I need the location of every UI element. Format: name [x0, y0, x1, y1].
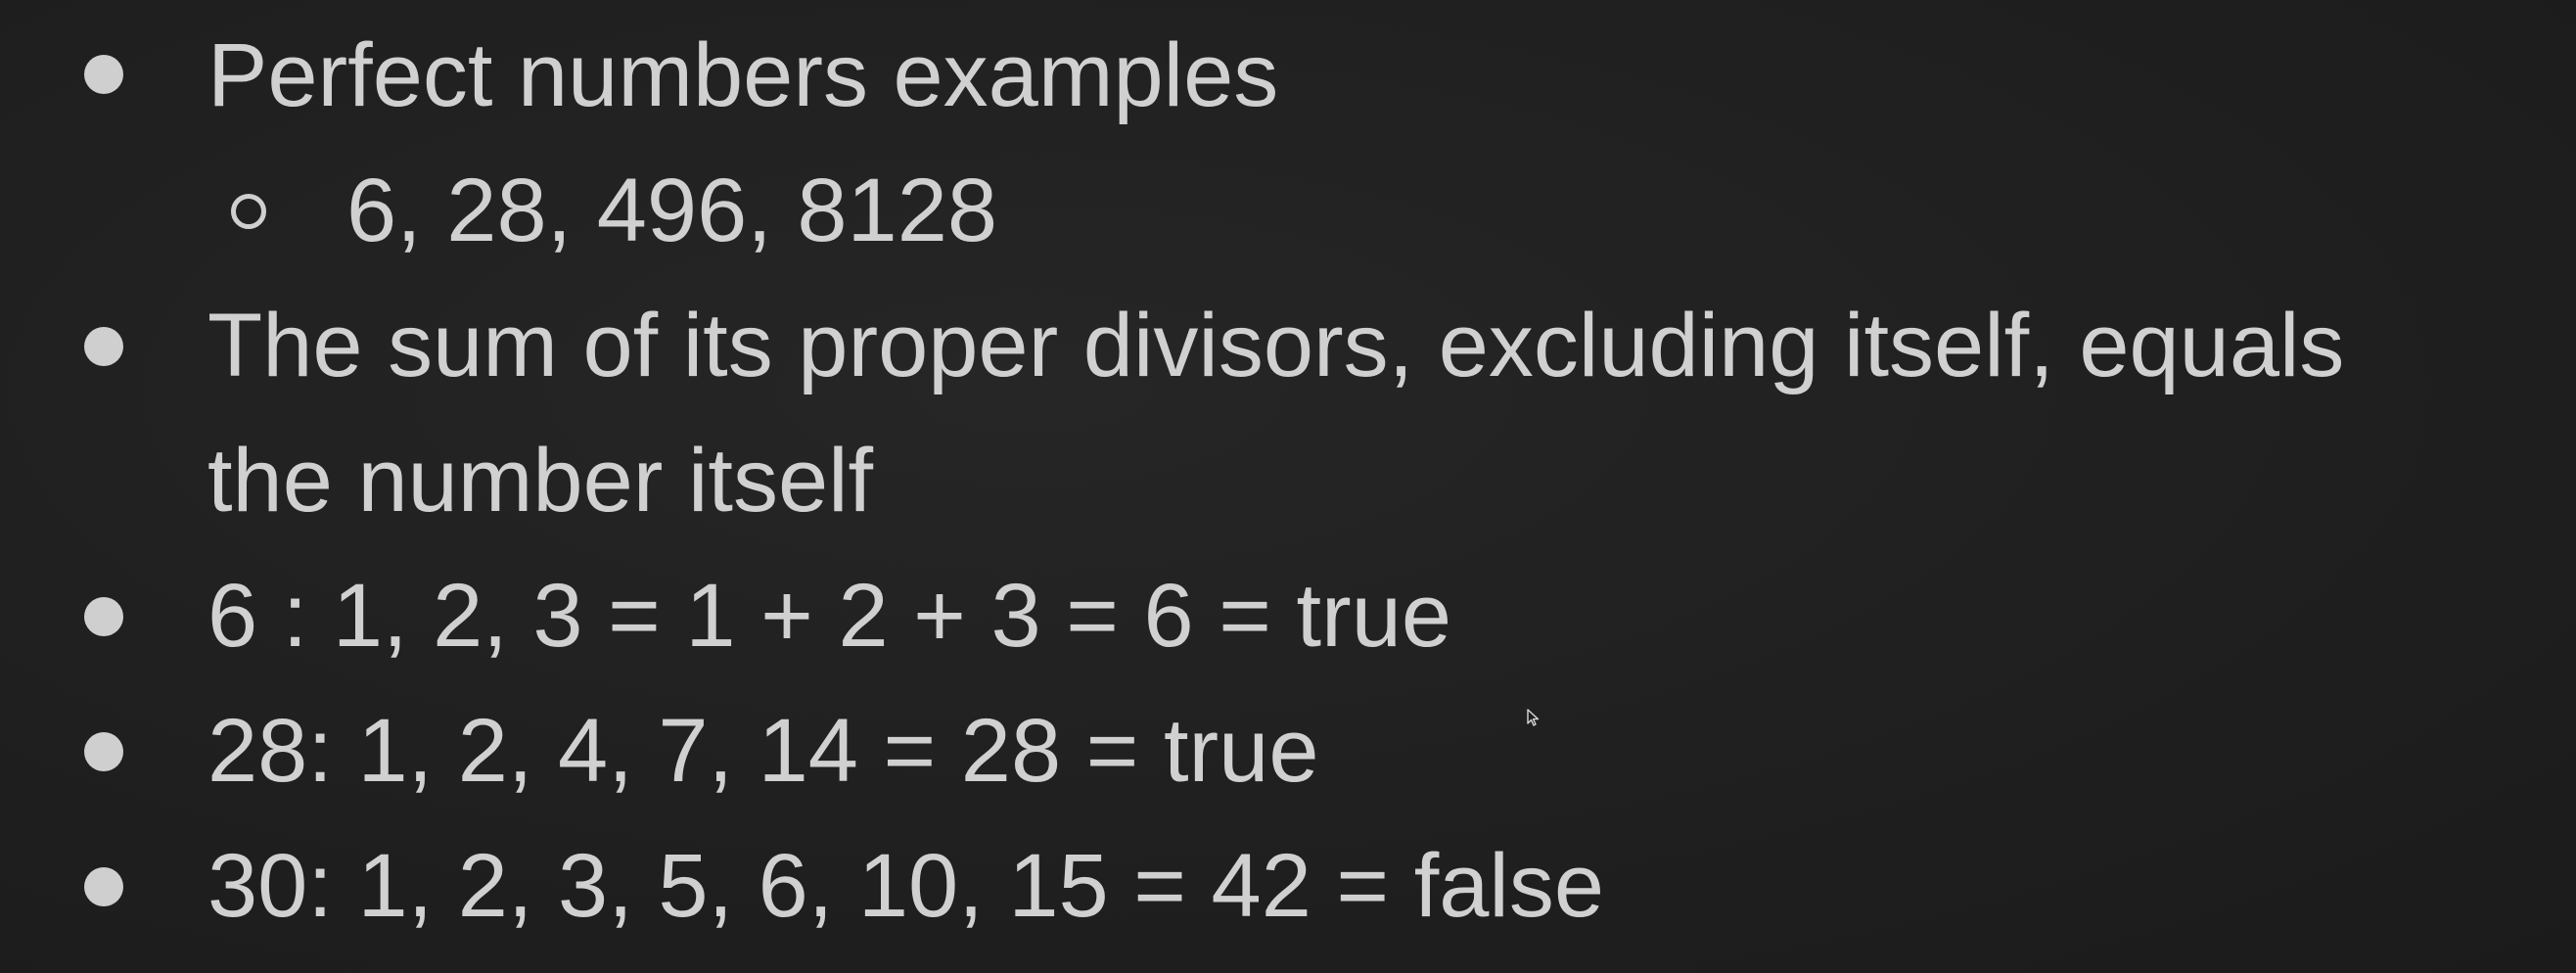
bullet-dot-icon [84, 732, 123, 771]
sub-bullet-ring-icon [231, 194, 266, 229]
bullet-item-thirty-example: 30: 1, 2, 3, 5, 6, 10, 15 = 42 = false [207, 836, 1605, 936]
sub-bullet-item-examples-list: 6, 28, 496, 8128 [346, 161, 998, 260]
bullet-item-twenty-eight-example: 28: 1, 2, 4, 7, 14 = 28 = true [207, 701, 1319, 801]
slide: Perfect numbers examples 6, 28, 496, 812… [0, 0, 2576, 973]
bullet-item-perfect-numbers-examples: Perfect numbers examples [207, 25, 1279, 125]
bullet-dot-icon [84, 867, 123, 906]
bullet-dot-icon [84, 597, 123, 636]
bullet-item-definition: The sum of its proper divisors, excludin… [207, 296, 2345, 395]
mouse-pointer-icon [1527, 709, 1540, 726]
bullet-item-definition-continuation: the number itself [207, 431, 874, 531]
bullet-dot-icon [84, 55, 123, 94]
bullet-item-six-example: 6 : 1, 2, 3 = 1 + 2 + 3 = 6 = true [207, 566, 1452, 666]
bullet-dot-icon [84, 327, 123, 366]
